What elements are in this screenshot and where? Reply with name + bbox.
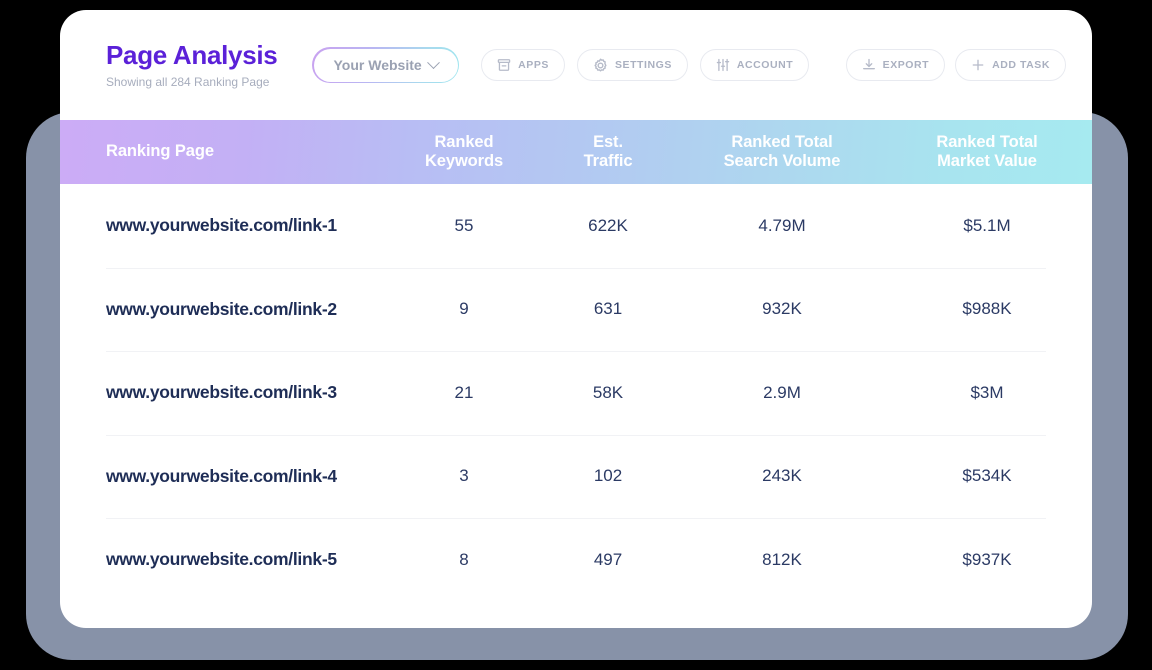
- settings-button[interactable]: SETTINGS: [576, 49, 688, 81]
- cell-est-traffic: 102: [593, 466, 623, 486]
- cell-ranked-total-search-volume: 243K: [762, 466, 802, 486]
- column-header-ranking-page[interactable]: Ranking Page: [60, 142, 394, 161]
- screenshot-stage: Page Analysis Showing all 284 Ranking Pa…: [0, 0, 1152, 670]
- account-button-label: ACCOUNT: [736, 59, 794, 71]
- chevron-down-icon: [426, 55, 440, 69]
- cell-ranking-page[interactable]: www.yourwebsite.com/link-1: [60, 215, 394, 236]
- toolbar-right: EXPORT ADD TASK: [845, 49, 1066, 81]
- ranking-pages-table: Ranking Page Ranked Keywords Est. Traffi…: [60, 120, 1092, 602]
- table-row[interactable]: www.yourwebsite.com/link-3 21 58K 2.9M $…: [60, 351, 1092, 435]
- table-row[interactable]: www.yourwebsite.com/link-5 8 497 812K $9…: [60, 518, 1092, 602]
- cell-ranked-total-market-value: $5.1M: [963, 215, 1011, 235]
- sliders-icon: [716, 58, 730, 72]
- account-button[interactable]: ACCOUNT: [699, 49, 810, 81]
- cell-ranked-total-search-volume: 2.9M: [763, 382, 801, 402]
- column-header-ranked-total-search-volume[interactable]: Ranked Total Search Volume: [682, 133, 882, 172]
- page-subtitle: Showing all 284 Ranking Page: [106, 75, 270, 90]
- cell-ranked-keywords: 9: [459, 299, 469, 319]
- cell-ranked-keywords: 3: [459, 466, 469, 486]
- cell-est-traffic: 58K: [592, 382, 624, 402]
- cell-ranking-page[interactable]: www.yourwebsite.com/link-2: [60, 299, 394, 320]
- settings-button-label: SETTINGS: [614, 59, 672, 71]
- table-row[interactable]: www.yourwebsite.com/link-2 9 631 932K $9…: [60, 267, 1092, 352]
- table-body: www.yourwebsite.com/link-1 55 622K 4.79M…: [60, 184, 1092, 602]
- plus-icon: [971, 58, 985, 72]
- apps-button-label: APPS: [518, 59, 549, 71]
- column-header-ranked-total-market-value[interactable]: Ranked Total Market Value: [882, 133, 1092, 172]
- column-header-est-traffic[interactable]: Est. Traffic: [534, 133, 682, 172]
- download-icon: [862, 58, 876, 72]
- cell-ranked-keywords: 8: [459, 549, 469, 569]
- table-header-row: Ranking Page Ranked Keywords Est. Traffi…: [60, 120, 1092, 184]
- cell-ranking-page[interactable]: www.yourwebsite.com/link-3: [60, 382, 394, 403]
- cell-ranked-keywords: 21: [454, 382, 474, 402]
- toolbar-left: APPS SETTINGS ACCOUNT: [481, 49, 810, 81]
- column-header-ranked-keywords[interactable]: Ranked Keywords: [394, 133, 534, 172]
- cell-ranked-total-market-value: $988K: [962, 299, 1012, 319]
- cell-ranking-page[interactable]: www.yourwebsite.com/link-5: [60, 549, 394, 570]
- cell-est-traffic: 631: [593, 299, 623, 319]
- site-selector-dropdown[interactable]: Your Website: [312, 47, 460, 83]
- cell-ranked-total-market-value: $3M: [970, 382, 1004, 402]
- cell-ranked-total-search-volume: 932K: [762, 299, 802, 319]
- cell-ranked-total-market-value: $534K: [962, 466, 1012, 486]
- add-task-button[interactable]: ADD TASK: [955, 49, 1066, 81]
- export-button[interactable]: EXPORT: [845, 49, 946, 81]
- cell-ranked-total-market-value: $937K: [962, 549, 1012, 569]
- table-row[interactable]: www.yourwebsite.com/link-1 55 622K 4.79M…: [60, 184, 1092, 268]
- cell-ranked-total-search-volume: 4.79M: [758, 215, 806, 235]
- cell-est-traffic: 497: [593, 549, 623, 569]
- title-block: Page Analysis Showing all 284 Ranking Pa…: [106, 41, 306, 90]
- site-selector-inner: Your Website: [313, 48, 458, 82]
- card-header: Page Analysis Showing all 284 Ranking Pa…: [60, 10, 1092, 120]
- apps-button[interactable]: APPS: [481, 49, 565, 81]
- table-row[interactable]: www.yourwebsite.com/link-4 3 102 243K $5…: [60, 434, 1092, 519]
- gear-icon: [593, 58, 608, 73]
- cell-ranked-total-search-volume: 812K: [762, 549, 802, 569]
- apps-box-icon: [497, 58, 511, 72]
- cell-ranking-page[interactable]: www.yourwebsite.com/link-4: [60, 466, 394, 487]
- page-analysis-card: Page Analysis Showing all 284 Ranking Pa…: [60, 10, 1092, 628]
- cell-est-traffic: 622K: [588, 215, 628, 235]
- site-selector-label: Your Website: [333, 57, 422, 73]
- page-title: Page Analysis: [106, 39, 278, 70]
- cell-ranked-keywords: 55: [454, 215, 474, 235]
- export-button-label: EXPORT: [882, 59, 930, 71]
- add-task-button-label: ADD TASK: [992, 59, 1050, 71]
